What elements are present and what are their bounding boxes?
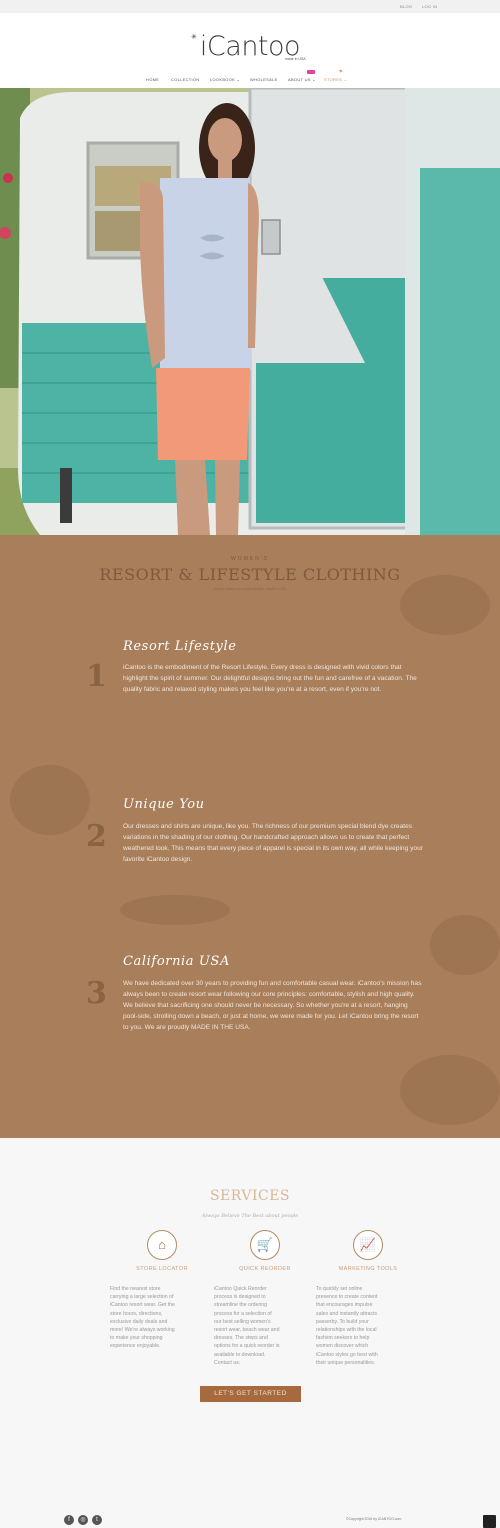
get-started-button[interactable]: LET'S GET STARTED bbox=[200, 1386, 301, 1402]
section-subtitle: vibrant colors, the resort lifestyle, ma… bbox=[213, 587, 287, 591]
nav-stores[interactable]: STORES ⌄ bbox=[324, 77, 347, 82]
cart-icon: 🛒 bbox=[256, 1237, 274, 1252]
service-title[interactable]: MARKETING TOOLS bbox=[322, 1266, 414, 1272]
twitter-icon[interactable]: t bbox=[92, 1515, 102, 1525]
feature-text: We have dedicated over 30 years to provi… bbox=[123, 980, 422, 1031]
feature-number: 1 bbox=[86, 659, 107, 694]
resort-lifestyle-section: WOMEN'S RESORT & LIFESTYLE CLOTHING vibr… bbox=[0, 535, 500, 1138]
feature-title: Resort Lifestyle bbox=[123, 639, 237, 654]
logo-tagline: made in USA bbox=[285, 57, 306, 61]
services-title: SERVICES bbox=[209, 1188, 290, 1204]
section-eyebrow: WOMEN'S bbox=[230, 556, 269, 562]
service-text: Find the nearest store carrying a large … bbox=[110, 1286, 175, 1350]
facebook-icon[interactable]: f bbox=[64, 1515, 74, 1525]
nav-home[interactable]: HOME bbox=[146, 77, 159, 82]
new-badge bbox=[307, 70, 315, 74]
service-title[interactable]: STORE LOCATOR bbox=[116, 1266, 208, 1272]
service-icon-circle[interactable]: 🛒 bbox=[250, 1230, 280, 1260]
site-header: ✳ iCantoo made in USA ⚑ HOME COLLECTION … bbox=[0, 13, 500, 88]
login-link[interactable]: LOG IN bbox=[422, 4, 437, 9]
top-bar: BLOG LOG IN bbox=[0, 0, 500, 13]
nav-wholesale[interactable]: WHOLESALE bbox=[250, 77, 278, 82]
service-text: iCantoo Quick Reorder process is designe… bbox=[214, 1286, 280, 1366]
feature-text: Our dresses and shirts are unique, like … bbox=[123, 823, 423, 863]
hero-image bbox=[0, 88, 500, 535]
service-icon-circle[interactable]: 📈 bbox=[353, 1230, 383, 1260]
texture-spot bbox=[120, 895, 230, 925]
texture-spot bbox=[10, 765, 90, 835]
feature-number: 2 bbox=[86, 819, 107, 854]
nav-collection[interactable]: COLLECTION bbox=[171, 77, 200, 82]
chart-icon: 📈 bbox=[359, 1237, 377, 1252]
feature-number: 3 bbox=[86, 976, 107, 1011]
flag-icon: ⚑ bbox=[338, 68, 345, 76]
copyright-text: ©Copyright 2016 by ICANTOO.com bbox=[346, 1517, 402, 1521]
feature-title: Unique You bbox=[123, 797, 205, 812]
blog-link[interactable]: BLOG bbox=[400, 4, 412, 9]
site-logo[interactable]: iCantoo bbox=[0, 31, 500, 62]
service-title[interactable]: QUICK REORDER bbox=[219, 1266, 311, 1272]
service-text: To quickly set online presence to create… bbox=[316, 1286, 378, 1366]
main-nav: HOME COLLECTION LOOKBOOK ⌄ WHOLESALE ABO… bbox=[0, 77, 500, 87]
scroll-to-top-button[interactable] bbox=[483, 1515, 496, 1528]
nav-lookbook[interactable]: LOOKBOOK ⌄ bbox=[210, 77, 240, 82]
texture-spot bbox=[400, 1055, 500, 1125]
instagram-icon[interactable]: ◎ bbox=[78, 1515, 88, 1525]
section-title: RESORT & LIFESTYLE CLOTHING bbox=[99, 565, 401, 584]
nav-about-us[interactable]: ABOUT US ⌄ bbox=[288, 77, 316, 82]
feature-title: California USA bbox=[123, 954, 230, 969]
feature-text: iCantoo is the embodiment of the Resort … bbox=[123, 664, 417, 693]
home-icon: ⌂ bbox=[158, 1237, 166, 1252]
texture-spot bbox=[430, 915, 500, 975]
service-icon-circle[interactable]: ⌂ bbox=[147, 1230, 177, 1260]
texture-spot bbox=[400, 575, 490, 635]
services-subtitle: Always Believe The Best about people bbox=[201, 1213, 299, 1219]
hero-illustration bbox=[0, 88, 500, 535]
